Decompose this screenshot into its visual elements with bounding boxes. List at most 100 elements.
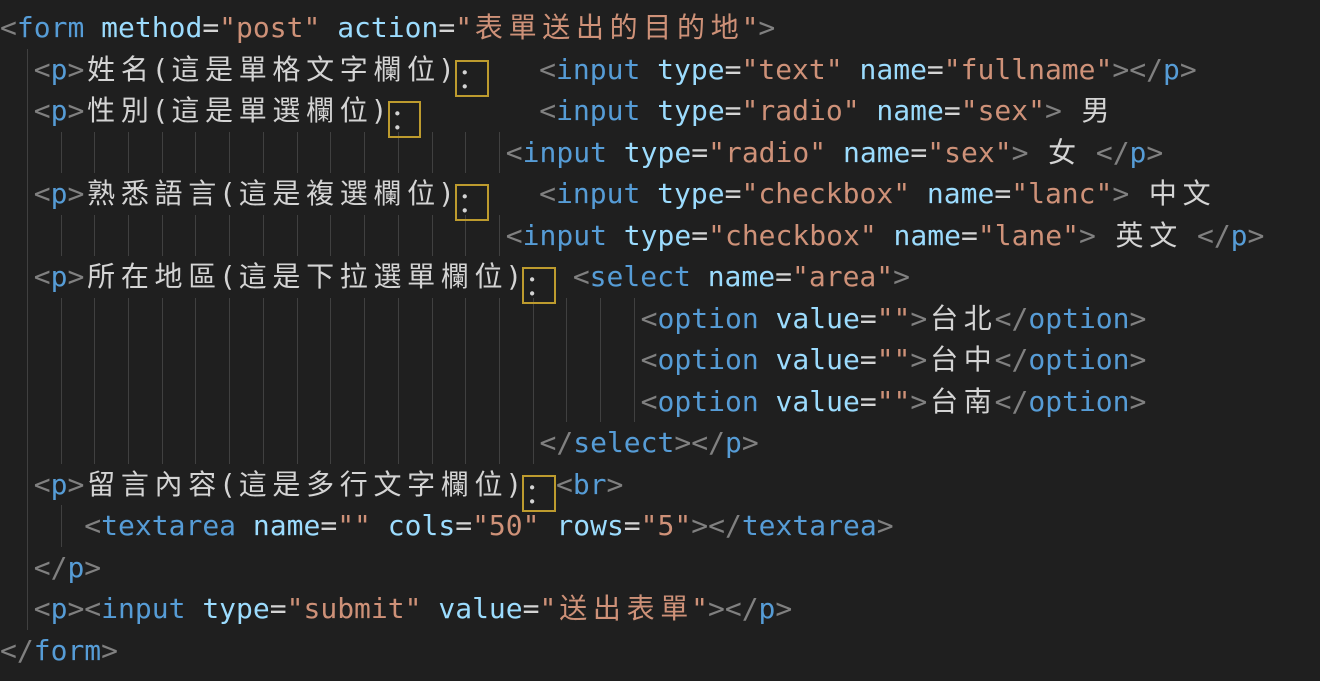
code-line[interactable]: </select></p>: [0, 422, 1320, 464]
tag-name-token: p: [1130, 136, 1147, 169]
unicode-highlight-box: ：: [388, 101, 422, 138]
string-token: "submit": [287, 592, 422, 625]
text-token: [843, 53, 860, 86]
code-line[interactable]: <p>留言內容(這是多行文字欄位)：<br>: [0, 464, 1320, 506]
tag-name-token: p: [1231, 219, 1248, 252]
punctuation-token: >: [877, 509, 894, 542]
cjk-char: 位: [404, 173, 438, 215]
tag-name-token: br: [573, 468, 607, 501]
code-line[interactable]: <p>熟悉語言(這是複選欄位)： <input type="checkbox" …: [0, 173, 1320, 215]
text-token: [0, 94, 34, 127]
string-token: "text": [741, 53, 842, 86]
punctuation-token: ><: [67, 592, 101, 625]
cjk-char: 台: [927, 298, 961, 340]
code-area: <form method="post" action="表單送出的目的地"> <…: [0, 7, 1320, 671]
tag-name-token: input: [101, 592, 185, 625]
text-token: [640, 177, 657, 210]
text-token: [540, 509, 557, 542]
operator-token: =: [691, 219, 708, 252]
punctuation-token: >: [1146, 136, 1163, 169]
attribute-name-token: method: [101, 11, 202, 44]
tag-name-token: p: [759, 592, 776, 625]
cjk-char: 言: [118, 464, 152, 506]
cjk-char: 欄: [438, 256, 472, 298]
punctuation-token: </: [540, 426, 574, 459]
text-token: [236, 509, 253, 542]
cjk-char: 區: [185, 256, 219, 298]
operator-token: =: [860, 343, 877, 376]
cjk-char: 中: [1146, 173, 1180, 215]
cjk-char: 文: [1180, 173, 1214, 215]
code-line[interactable]: </p>: [0, 547, 1320, 589]
punctuation-token: >: [1248, 219, 1265, 252]
cjk-char: 字: [337, 49, 371, 91]
code-line[interactable]: <p>姓名(這是單格文字欄位)： <input type="text" name…: [0, 49, 1320, 91]
cjk-char: 文: [303, 49, 337, 91]
cjk-char: 欄: [303, 90, 337, 132]
punctuation-token: </: [995, 343, 1029, 376]
code-line[interactable]: <option value="">台南</option>: [0, 381, 1320, 423]
punctuation-token: <: [34, 94, 51, 127]
code-line[interactable]: <p>性別(這是單選欄位)： <input type="radio" name=…: [0, 90, 1320, 132]
operator-token: =: [927, 53, 944, 86]
code-line[interactable]: <p>所在地區(這是下拉選單欄位)： <select name="area">: [0, 256, 1320, 298]
string-token: "送出表單": [540, 592, 708, 625]
string-token: "": [877, 343, 911, 376]
text-token: 台中: [927, 343, 994, 376]
code-line[interactable]: <form method="post" action="表單送出的目的地">: [0, 7, 1320, 49]
operator-token: =: [944, 94, 961, 127]
punctuation-token: >: [1130, 302, 1147, 335]
punctuation-token: <: [556, 468, 573, 501]
text-token: [0, 592, 34, 625]
cjk-char: 位: [472, 256, 506, 298]
cjk-char: 位: [404, 49, 438, 91]
cjk-char: 表: [624, 588, 658, 630]
cjk-char: 出: [573, 7, 607, 49]
tag-name-token: option: [658, 385, 759, 418]
code-line[interactable]: <input type="radio" name="sex"> 女 </p>: [0, 132, 1320, 174]
code-line[interactable]: <textarea name="" cols="50" rows="5"></t…: [0, 505, 1320, 547]
punctuation-token: <: [34, 177, 51, 210]
cjk-char: 性: [84, 90, 118, 132]
punctuation-token: <: [573, 260, 590, 293]
code-line[interactable]: <p><input type="submit" value="送出表單"></p…: [0, 588, 1320, 630]
attribute-name-token: name: [859, 53, 926, 86]
punctuation-token: >: [84, 551, 101, 584]
attribute-name-token: rows: [556, 509, 623, 542]
attribute-name-token: cols: [388, 509, 455, 542]
text-token: 所在地區(這是下拉選單欄位): [84, 260, 522, 293]
cjk-char: 單: [236, 90, 270, 132]
cjk-char: 悉: [118, 173, 152, 215]
code-line[interactable]: <input type="checkbox" name="lane"> 英文 <…: [0, 215, 1320, 257]
punctuation-token: >: [742, 426, 759, 459]
code-line[interactable]: </form>: [0, 630, 1320, 672]
text-token: [0, 551, 34, 584]
string-token: "表單送出的目的地": [455, 11, 758, 44]
punctuation-token: </: [995, 385, 1029, 418]
text-token: [691, 260, 708, 293]
cjk-char: 文: [371, 464, 405, 506]
punctuation-token: <: [539, 94, 556, 127]
punctuation-token: >: [1130, 385, 1147, 418]
punctuation-token: </: [995, 302, 1029, 335]
text-token: [0, 260, 34, 293]
text-token: [759, 385, 776, 418]
cjk-char: 欄: [371, 49, 405, 91]
code-line[interactable]: <option value="">台中</option>: [0, 339, 1320, 381]
cjk-char: 單: [657, 588, 691, 630]
tag-name-token: input: [556, 177, 640, 210]
text-token: [0, 177, 34, 210]
attribute-name-token: type: [202, 592, 269, 625]
punctuation-token: >: [607, 468, 624, 501]
text-token: [826, 136, 843, 169]
text-token: [371, 509, 388, 542]
text-token: [320, 11, 337, 44]
code-editor[interactable]: <form method="post" action="表單送出的目的地"> <…: [0, 0, 1320, 681]
code-line[interactable]: <option value="">台北</option>: [0, 298, 1320, 340]
string-token: "area": [792, 260, 893, 293]
attribute-name-token: value: [776, 385, 860, 418]
punctuation-token: </: [1096, 136, 1130, 169]
text-token: [910, 177, 927, 210]
cjk-char: 送: [539, 7, 573, 49]
attribute-name-token: type: [624, 219, 691, 252]
